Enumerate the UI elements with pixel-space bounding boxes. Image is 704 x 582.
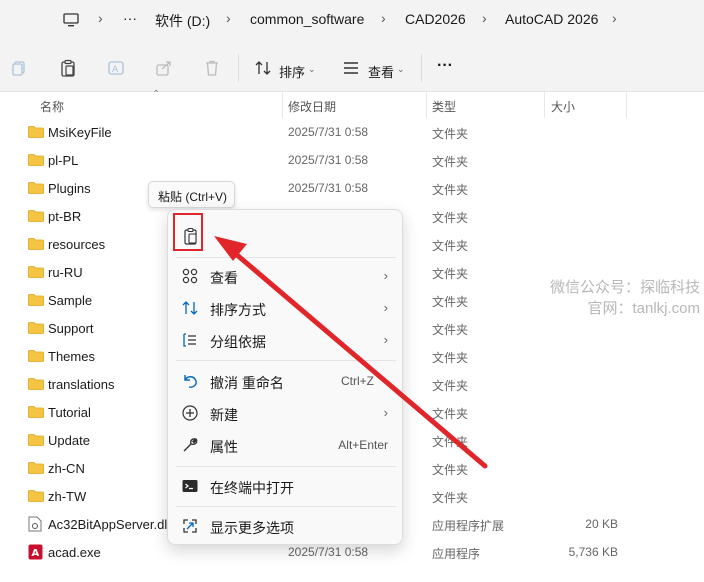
annotation-arrow bbox=[214, 236, 488, 469]
annotation-arrow-shaft bbox=[227, 246, 488, 469]
